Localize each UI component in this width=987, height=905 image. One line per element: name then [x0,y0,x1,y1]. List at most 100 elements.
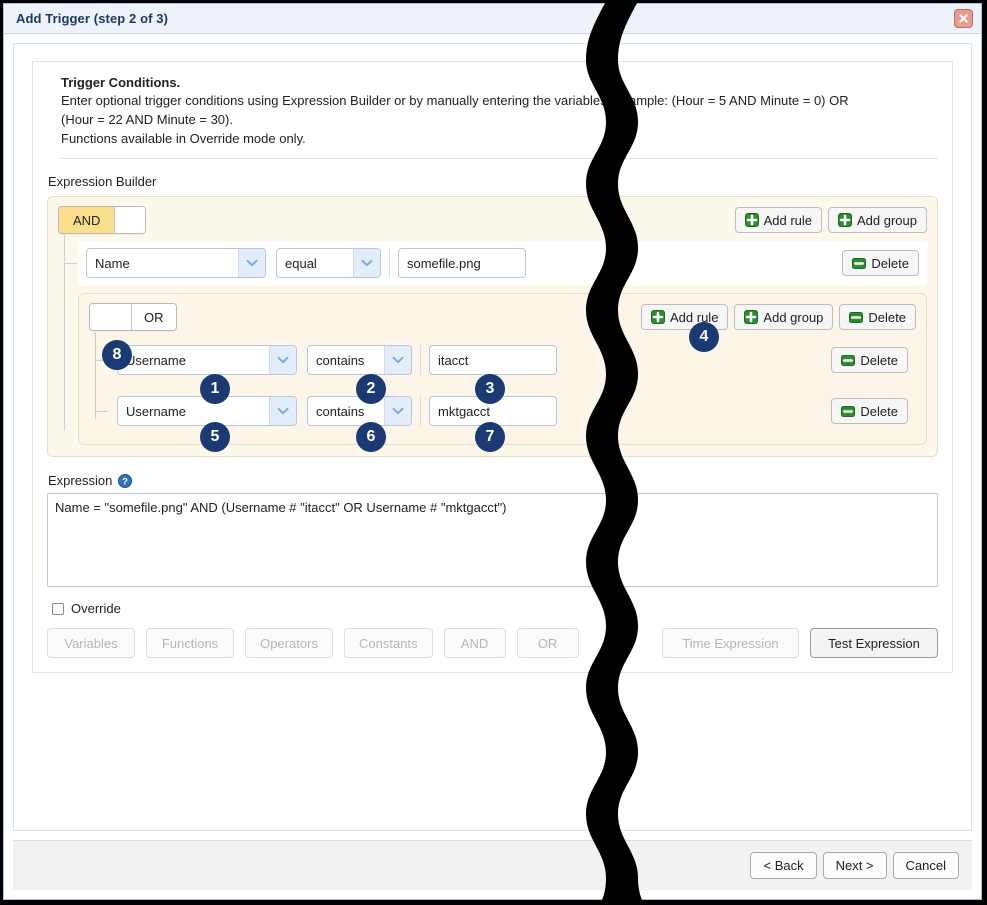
inner-add-group-label: Add group [763,310,823,325]
expression-label-row: Expression ? [48,473,938,488]
inner-rule-0-delete-label: Delete [860,353,898,368]
inner-rule-1-value-text: mktgacct [438,404,490,419]
trigger-conditions-panel: Trigger Conditions. Enter optional trigg… [32,61,953,673]
dialog-body: Trigger Conditions. Enter optional trigg… [4,34,981,840]
cancel-button[interactable]: Cancel [893,852,959,879]
root-add-rule-label: Add rule [764,213,812,228]
expression-textarea[interactable]: Name = "somefile.png" AND (Username # "i… [47,493,938,587]
minus-icon [841,406,855,417]
rule-group-root-header: AND Add rule [58,206,927,234]
intro-line-1: Enter optional trigger conditions using … [61,91,938,110]
intro-line-3: Functions available in Override mode onl… [61,129,938,148]
constants-button[interactable]: Constants [344,628,433,658]
root-toggle-and[interactable]: AND [59,207,115,233]
inner-rule-0-delete-button[interactable]: Delete [831,347,908,373]
back-button[interactable]: < Back [750,852,816,879]
test-expression-button[interactable]: Test Expression [810,628,938,658]
callout-badge-1: 1 [200,374,230,404]
table-row: Username c [109,389,916,433]
inner-rule-0-operator-value: contains [316,353,364,368]
override-label: Override [71,601,121,616]
plus-icon [744,310,758,324]
minus-icon [841,355,855,366]
callout-badge-7: 7 [475,422,505,452]
inner-rule-0-value-text: itacct [438,353,468,368]
inner-toggle-or[interactable]: OR [132,304,176,330]
operators-button[interactable]: Operators [245,628,333,658]
root-rules-list: Name equal [58,241,927,445]
root-add-group-label: Add group [857,213,917,228]
rule-0-value-text: somefile.png [407,256,481,271]
root-toggle-or[interactable] [115,207,145,233]
chevron-down-icon [384,346,411,374]
rule-0-divider [389,248,390,278]
plus-icon [838,213,852,227]
inner-add-rule-button[interactable]: Add rule [641,304,728,330]
close-icon[interactable] [954,9,973,28]
inner-condition-toggle[interactable]: OR [89,303,177,331]
functions-button[interactable]: Functions [146,628,234,658]
inner-rule-0-operator-select[interactable]: contains [307,345,412,375]
root-add-rule-button[interactable]: Add rule [735,207,822,233]
variables-button[interactable]: Variables [47,628,135,658]
callout-badge-8: 8 [102,340,132,370]
minus-icon [852,258,866,269]
callout-badge-3: 3 [475,374,505,404]
expression-toolbar: Variables Functions Operators Constants … [47,628,938,658]
rule-0-value-input[interactable]: somefile.png [398,248,526,278]
help-icon[interactable]: ? [118,474,132,488]
root-condition-toggle[interactable]: AND [58,206,146,234]
add-trigger-dialog: Add Trigger (step 2 of 3) Trigger Condit… [3,3,982,900]
inner-group-actions: Add rule [641,304,916,330]
callout-badge-2: 2 [356,374,386,404]
chevron-down-icon [353,249,380,277]
chevron-down-icon [269,397,296,425]
inner-rule-0-divider [420,345,421,375]
inner-rule-1-delete-label: Delete [860,404,898,419]
dialog-titlebar: Add Trigger (step 2 of 3) [4,4,981,34]
plus-icon [745,213,759,227]
inner-toggle-and[interactable] [90,304,132,330]
root-group-actions: Add rule Add group [735,207,927,233]
svg-text:?: ? [122,476,128,487]
inner-rule-1-operator-select[interactable]: contains [307,396,412,426]
rule-0-field-select[interactable]: Name [86,248,266,278]
intro-line-2: (Hour = 22 AND Minute = 30). [61,110,938,129]
intro-divider [61,158,938,159]
minus-icon [849,312,863,323]
rule-group-inner: OR [78,293,927,445]
inner-rule-1-field-value: Username [126,404,186,419]
callout-badge-4: 4 [689,322,719,352]
inner-rule-1-delete-button[interactable]: Delete [831,398,908,424]
inner-add-rule-label: Add rule [670,310,718,325]
inner-rule-0-value-input[interactable]: itacct [429,345,557,375]
callout-badge-6: 6 [356,422,386,452]
rule-group-root: AND Add rule [47,196,938,457]
and-button[interactable]: AND [444,628,506,658]
rule-group-inner-header: OR [89,303,916,331]
or-button[interactable]: OR [517,628,579,658]
intro-block: Trigger Conditions. Enter optional trigg… [47,75,938,159]
inner-group-delete-label: Delete [868,310,906,325]
rule-0-operator-value: equal [285,256,317,271]
override-checkbox[interactable] [52,603,64,615]
chevron-down-icon [384,397,411,425]
dialog-body-inner: Trigger Conditions. Enter optional trigg… [13,43,972,831]
expression-label: Expression [48,473,112,488]
table-row: Name equal [78,241,927,285]
next-button[interactable]: Next > [823,852,887,879]
inner-rule-0-field-select[interactable]: Username [117,345,297,375]
intro-heading: Trigger Conditions. [61,75,938,90]
plus-icon [651,310,665,324]
inner-rule-1-divider [420,396,421,426]
time-expression-button[interactable]: Time Expression [662,628,799,658]
inner-add-group-button[interactable]: Add group [734,304,833,330]
rule-0-delete-button[interactable]: Delete [842,250,919,276]
callout-badge-5: 5 [200,422,230,452]
chevron-down-icon [238,249,265,277]
dialog-title: Add Trigger (step 2 of 3) [4,11,168,26]
rule-0-operator-select[interactable]: equal [276,248,381,278]
root-add-group-button[interactable]: Add group [828,207,927,233]
inner-rule-1-operator-value: contains [316,404,364,419]
inner-group-delete-button[interactable]: Delete [839,304,916,330]
